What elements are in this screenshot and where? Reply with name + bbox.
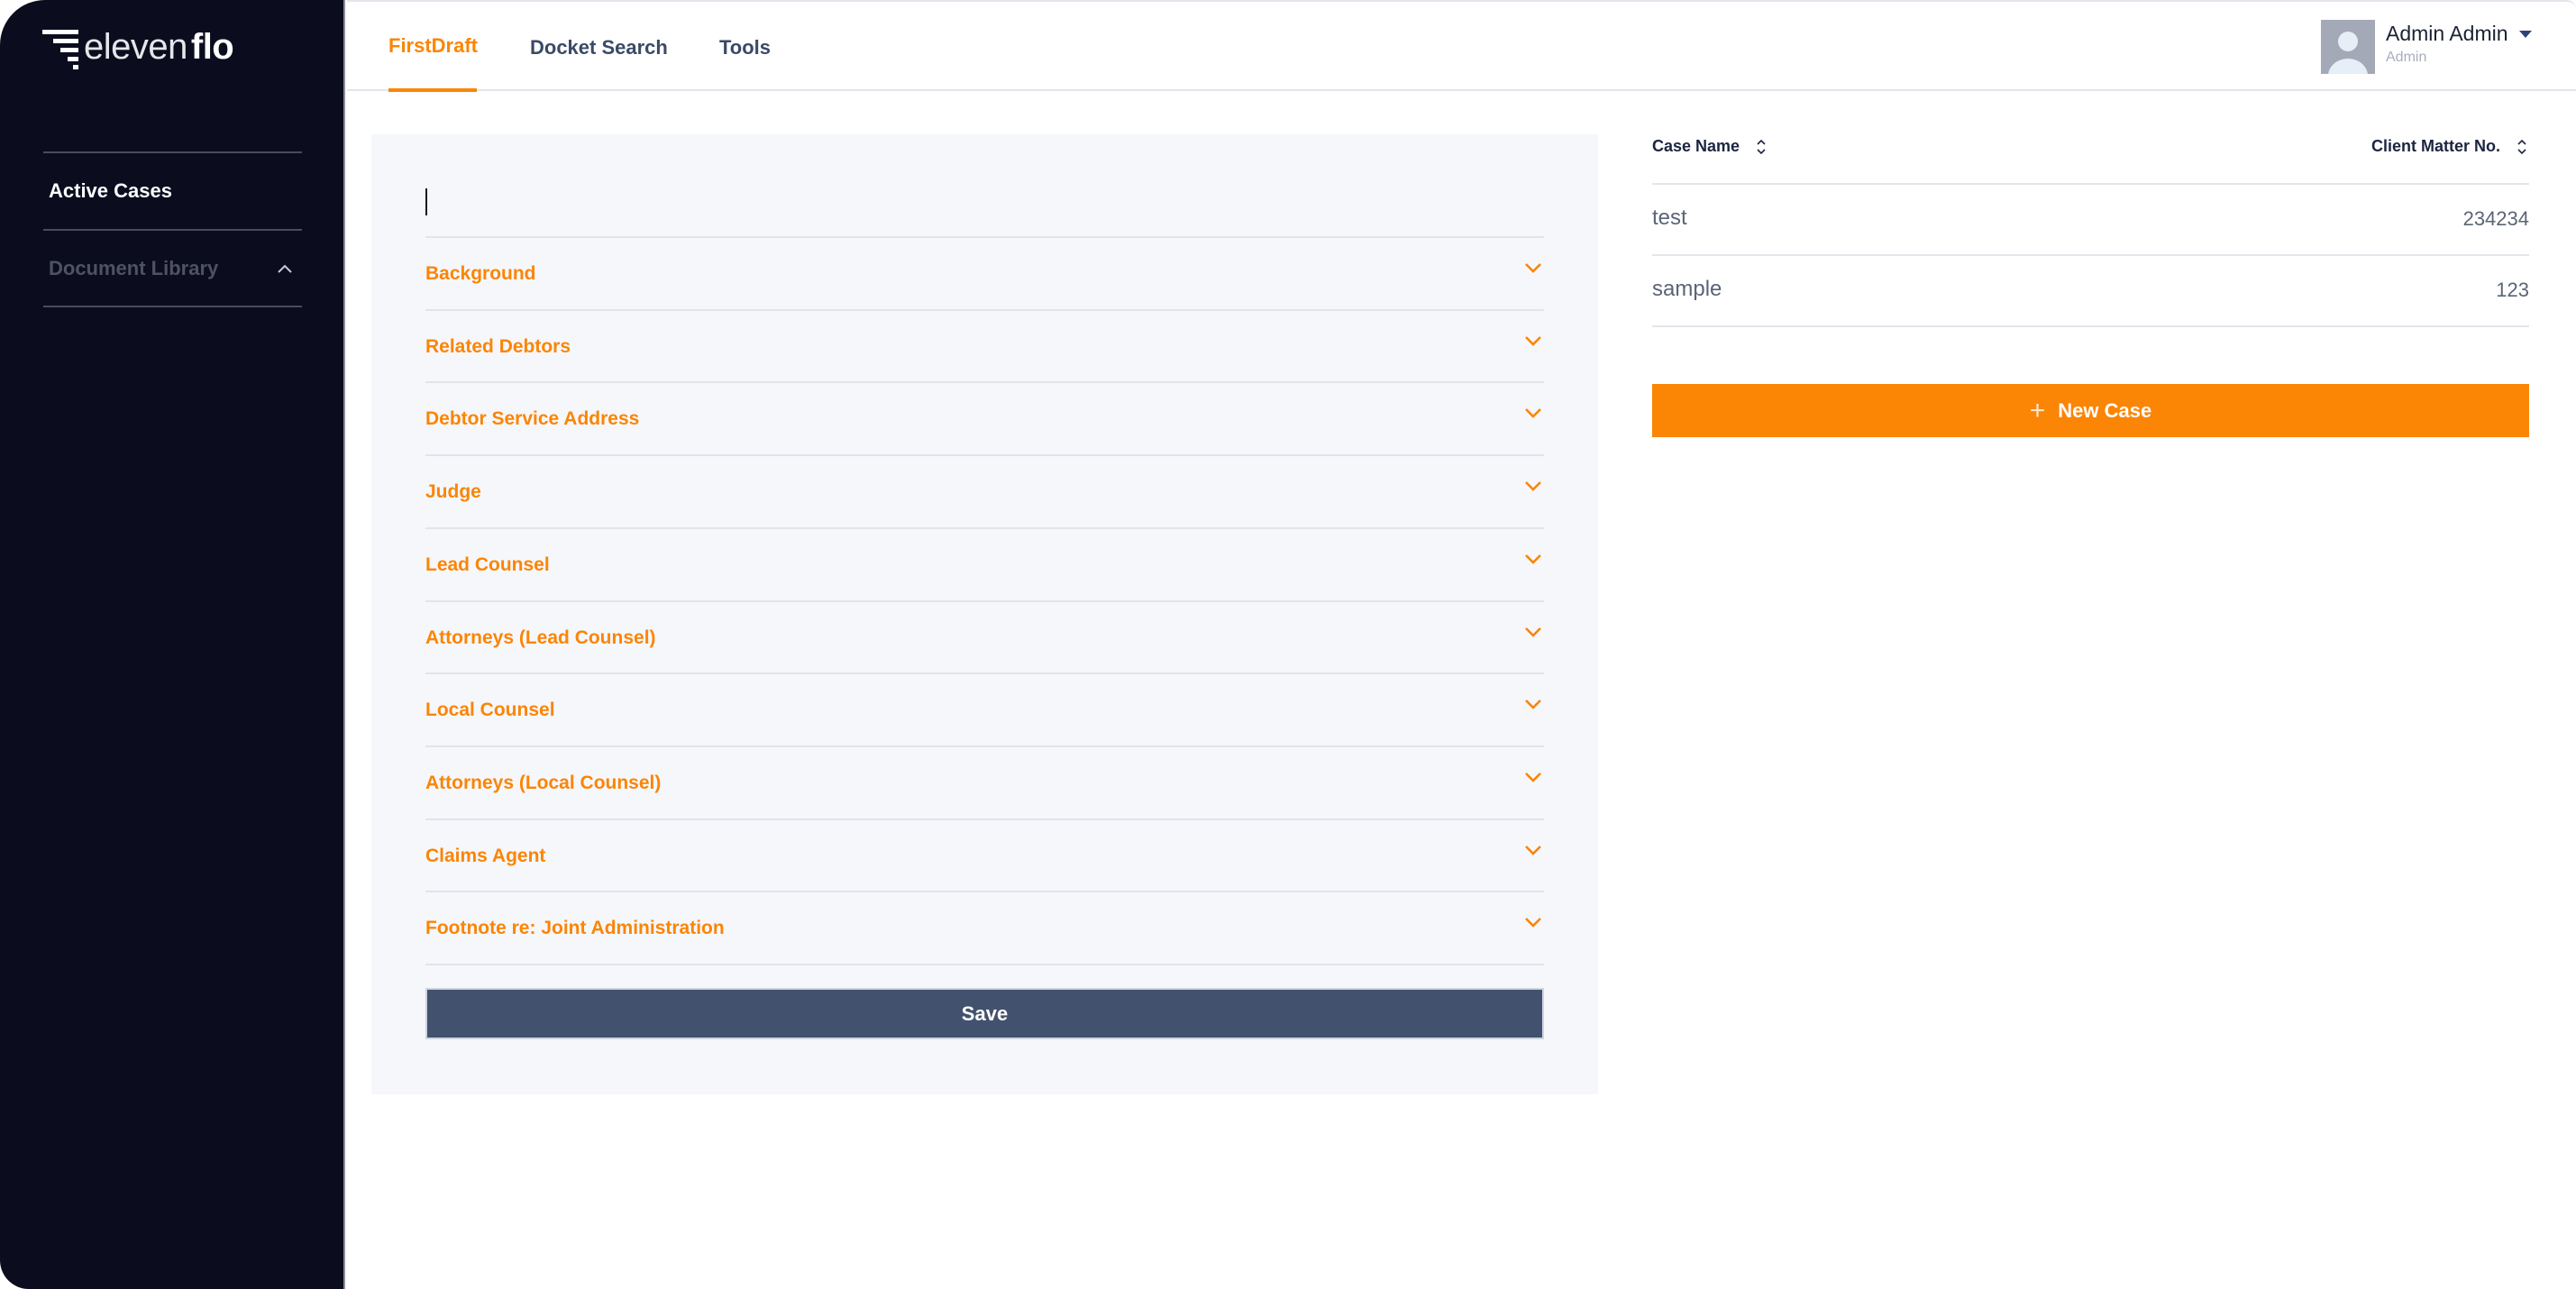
- chevron-down-icon[interactable]: [1524, 407, 1542, 419]
- sidebar: eleven flo Active Cases Document Library: [0, 0, 345, 1289]
- section-label: Attorneys (Local Counsel): [425, 772, 662, 793]
- section-divider: [425, 964, 1544, 965]
- section-label: Footnote re: Joint Administration: [425, 918, 725, 939]
- chevron-down-icon[interactable]: [1524, 480, 1542, 492]
- accordion-section[interactable]: Footnote re: Joint Administration: [425, 892, 1544, 964]
- sidebar-item-active-cases[interactable]: Active Cases: [49, 179, 172, 203]
- section-label: Attorneys (Lead Counsel): [425, 626, 656, 648]
- chevron-down-icon[interactable]: [1524, 916, 1542, 928]
- chevron-down-icon[interactable]: [1524, 844, 1542, 856]
- active-tab-indicator: [388, 88, 477, 92]
- sidebar-divider: [43, 151, 302, 153]
- brand-name: eleven flo: [84, 27, 234, 67]
- chevron-down-icon[interactable]: [1524, 334, 1542, 347]
- user-silhouette-icon: [2328, 32, 2368, 74]
- section-label: Related Debtors: [425, 335, 571, 357]
- chevron-down-icon[interactable]: [1524, 771, 1542, 783]
- tab-tools[interactable]: Tools: [719, 36, 771, 59]
- brand-name-bold: flo: [190, 27, 234, 67]
- chevron-down-icon[interactable]: [1524, 626, 1542, 638]
- new-case-label: New Case: [2058, 398, 2152, 422]
- sort-icon[interactable]: [1756, 138, 1767, 156]
- case-name-cell[interactable]: sample: [1652, 277, 1722, 302]
- accordion-section[interactable]: Attorneys (Local Counsel): [425, 747, 1544, 819]
- chevron-down-icon[interactable]: [1524, 698, 1542, 710]
- tab-docket-search[interactable]: Docket Search: [530, 36, 668, 59]
- section-label: Debtor Service Address: [425, 408, 640, 430]
- section-label: Background: [425, 263, 536, 284]
- section-label: Claims Agent: [425, 845, 546, 866]
- caret-down-icon[interactable]: [2519, 31, 2532, 38]
- chevron-down-icon[interactable]: [1524, 261, 1542, 274]
- save-button[interactable]: Save: [425, 988, 1544, 1039]
- brand-name-light: eleven: [84, 27, 187, 67]
- tab-firstdraft[interactable]: FirstDraft: [388, 34, 478, 58]
- table-divider: [1652, 325, 2529, 327]
- column-header-label: Client Matter No.: [2370, 137, 2500, 155]
- sort-icon[interactable]: [2517, 138, 2527, 156]
- chevron-down-icon[interactable]: [1524, 553, 1542, 565]
- accordion-section[interactable]: Related Debtors: [425, 311, 1544, 383]
- top-nav: FirstDraft Docket Search Tools: [347, 0, 2576, 91]
- accordion-section[interactable]: Debtor Service Address: [425, 383, 1544, 455]
- table-divider: [1652, 183, 2529, 185]
- client-matter-cell: 234234: [2462, 207, 2529, 230]
- accordion-section[interactable]: Background: [425, 238, 1544, 310]
- section-label: Local Counsel: [425, 699, 555, 721]
- accordion-section[interactable]: Attorneys (Lead Counsel): [425, 602, 1544, 674]
- user-role: Admin: [2386, 50, 2427, 65]
- sidebar-divider: [43, 306, 302, 307]
- column-header-client-matter-no[interactable]: Client Matter No.: [2371, 137, 2527, 156]
- accordion-section[interactable]: Local Counsel: [425, 674, 1544, 746]
- table-divider: [1652, 254, 2529, 256]
- avatar: [2321, 20, 2375, 74]
- firstdraft-form-panel: Background Related Debtors Debtor Service …: [371, 134, 1598, 1094]
- case-name-cell[interactable]: test: [1652, 206, 1687, 231]
- text-input-caret[interactable]: [425, 188, 427, 215]
- sidebar-item-document-library[interactable]: Document Library: [49, 257, 218, 280]
- new-case-button[interactable]: + New Case: [1652, 384, 2529, 437]
- chevron-up-icon[interactable]: [275, 259, 295, 279]
- section-label: Judge: [425, 481, 481, 503]
- column-header-case-name[interactable]: Case Name: [1652, 137, 1767, 156]
- column-header-label: Case Name: [1652, 137, 1740, 155]
- plus-icon: +: [2029, 395, 2046, 425]
- client-matter-cell: 123: [2496, 279, 2529, 301]
- logo[interactable]: eleven flo: [42, 25, 234, 69]
- accordion-section[interactable]: Claims Agent: [425, 820, 1544, 892]
- accordion-section[interactable]: Judge: [425, 456, 1544, 528]
- section-label: Lead Counsel: [425, 553, 550, 575]
- stepped-bars-icon: [42, 27, 78, 69]
- user-name: Admin Admin: [2386, 22, 2508, 45]
- sidebar-divider: [43, 229, 302, 231]
- accordion-section[interactable]: Lead Counsel: [425, 529, 1544, 601]
